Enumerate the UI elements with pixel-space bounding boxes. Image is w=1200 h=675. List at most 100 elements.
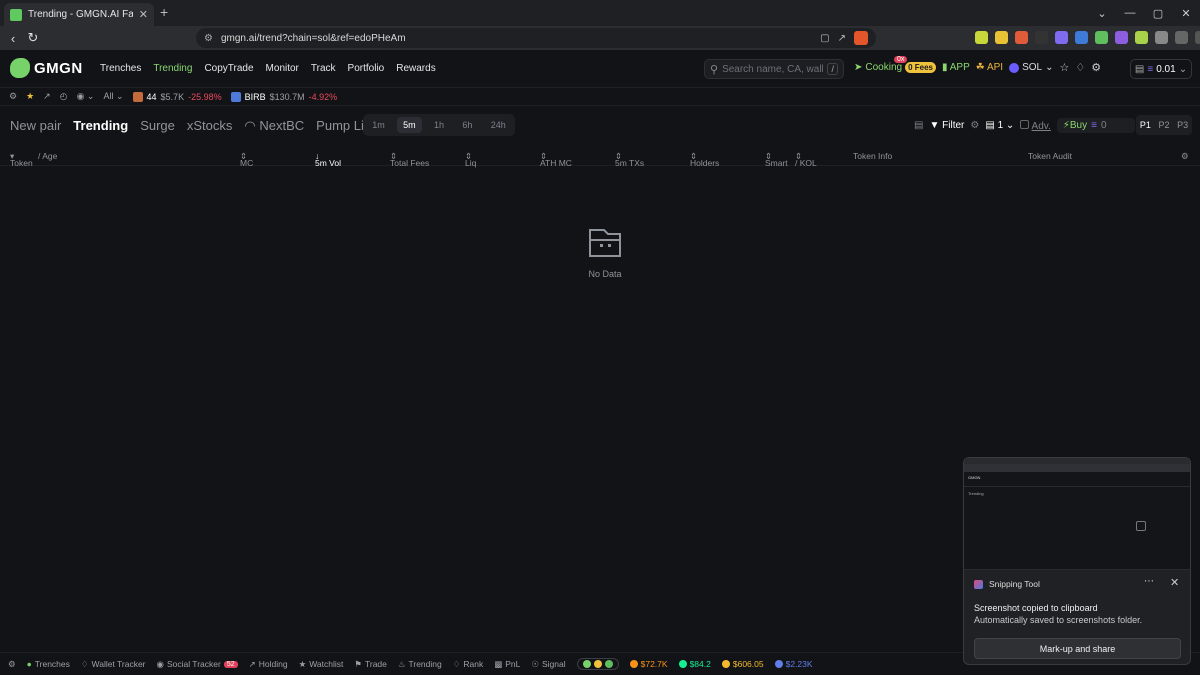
col-ath-mc[interactable]: ATH MC ⇕ <box>540 151 572 168</box>
footer-wallet-tracker[interactable]: ♢ Wallet Tracker <box>81 659 146 670</box>
col-holders[interactable]: Holders ⇕ <box>690 151 719 168</box>
col-token[interactable]: Token ▾ <box>10 151 33 168</box>
chain-selector[interactable]: SOL ⌄ <box>1009 62 1053 73</box>
timeframe-1m[interactable]: 1m <box>366 117 391 133</box>
back-arrow-icon[interactable]: ‹ <box>4 29 22 47</box>
gear-icon[interactable]: ⚙ <box>8 659 16 670</box>
nav-trending[interactable]: Trending <box>153 63 192 74</box>
sidebar-icon[interactable] <box>1195 31 1200 44</box>
col-liq[interactable]: Liq ⇕ <box>465 151 476 168</box>
app-button[interactable]: ▮ APP <box>942 62 970 73</box>
timeframe-5m[interactable]: 5m <box>397 117 422 133</box>
ticker-item[interactable]: 44 $5.7K -25.98% <box>132 91 222 102</box>
col-smart[interactable]: Smart ⇕ <box>765 151 788 168</box>
extension-icon[interactable] <box>1095 31 1108 44</box>
maximize-button[interactable]: ▢ <box>1144 0 1172 26</box>
footer-pnl[interactable]: ▩ PnL <box>494 659 520 670</box>
adv-checkbox[interactable] <box>1020 119 1030 129</box>
gear-icon[interactable]: ⚙ <box>9 91 17 102</box>
extension-icon[interactable] <box>1035 31 1048 44</box>
history-icon[interactable]: ◴ <box>60 91 68 102</box>
footer-trenches[interactable]: ● Trenches <box>27 659 70 669</box>
footer-holding[interactable]: ↗ Holding <box>249 659 288 670</box>
site-info-icon[interactable]: ⚙ <box>204 33 213 44</box>
extension-icon[interactable] <box>995 31 1008 44</box>
gear-icon[interactable]: ⚙ <box>970 120 979 131</box>
search-input[interactable]: ⚲ Search name, CA, wallet / <box>704 59 844 79</box>
preset-p2[interactable]: P2 <box>1158 120 1169 130</box>
gear-icon[interactable]: ⚙ <box>1091 61 1101 74</box>
search-placeholder[interactable]: Search name, CA, wallet <box>722 64 823 75</box>
footer-watchlist[interactable]: ★ Watchlist <box>299 659 344 670</box>
share-icon[interactable]: ↗ <box>838 33 846 44</box>
tab-search-icon[interactable]: ⌄ <box>1088 0 1116 26</box>
close-icon[interactable]: ✕ <box>1170 576 1179 589</box>
screenshot-thumbnail[interactable]: GMGN Trending <box>964 458 1190 570</box>
new-tab-button[interactable]: + <box>160 4 168 20</box>
col-total-fees[interactable]: Total Fees ⇕ <box>390 151 429 168</box>
footer-signal[interactable]: ☉ Signal <box>531 659 565 670</box>
footer-social-tracker[interactable]: ◉ Social Tracker 52 <box>157 659 238 670</box>
url-text[interactable]: gmgn.ai/trend?chain=sol&ref=edoPHeAm <box>221 33 812 44</box>
chain-filter-dropdown[interactable]: ◉ ⌄ <box>77 91 95 102</box>
api-button[interactable]: ☘ API <box>976 62 1003 73</box>
cooking-button[interactable]: ➤ Cooking 0 Fees 0x <box>854 56 936 73</box>
nav-trenches[interactable]: Trenches <box>100 63 141 74</box>
tab-surge[interactable]: Surge <box>140 118 175 134</box>
timeframe-6h[interactable]: 6h <box>456 117 478 133</box>
close-window-button[interactable]: ✕ <box>1172 0 1200 26</box>
filter-button[interactable]: ▼ Filter <box>929 120 964 131</box>
tab-nextbc[interactable]: ◠ NextBC <box>244 118 304 134</box>
tab-xstocks[interactable]: xStocks <box>187 118 233 134</box>
puzzle-icon[interactable] <box>1175 31 1188 44</box>
extension-icon[interactable] <box>1115 31 1128 44</box>
footer-trending[interactable]: ♨ Trending <box>398 659 442 670</box>
extension-icon[interactable] <box>975 31 988 44</box>
reload-icon[interactable]: ↻ <box>24 29 42 47</box>
bookmark-icon[interactable]: ▤ <box>914 120 923 131</box>
extension-icon[interactable] <box>1075 31 1088 44</box>
buy-amount-input[interactable]: 0 <box>1101 120 1129 131</box>
preset-p1[interactable]: P1 <box>1140 120 1151 130</box>
minimize-button[interactable]: — <box>1116 0 1144 26</box>
adv-toggle[interactable]: Adv. <box>1020 119 1051 132</box>
footer-rank[interactable]: ♢ Rank <box>453 659 483 670</box>
brave-shields-icon[interactable] <box>854 31 868 45</box>
count-dropdown[interactable]: ▤ 1 ⌄ <box>985 120 1014 131</box>
star-icon[interactable]: ☆ <box>1059 61 1069 74</box>
more-options-icon[interactable]: ⋯ <box>1144 576 1154 587</box>
gmgn-logo[interactable]: GMGN <box>10 58 83 78</box>
quick-buy[interactable]: ⚡Buy ≡ 0 <box>1056 118 1135 133</box>
browser-tab[interactable]: Trending - GMGN.AI Fast Trade, F ✕ <box>4 3 154 26</box>
nav-copytrade[interactable]: CopyTrade <box>204 63 253 74</box>
chart-icon[interactable]: ↗ <box>43 91 51 102</box>
all-filter-dropdown[interactable]: All ⌄ <box>103 91 123 102</box>
extension-icon[interactable] <box>1155 31 1168 44</box>
extension-icon[interactable] <box>1055 31 1068 44</box>
timeframe-24h[interactable]: 24h <box>485 117 512 133</box>
nav-rewards[interactable]: Rewards <box>396 63 435 74</box>
platform-icons[interactable] <box>576 658 619 670</box>
extension-icon[interactable] <box>1135 31 1148 44</box>
nav-track[interactable]: Track <box>311 63 336 74</box>
address-bar[interactable]: ⚙ gmgn.ai/trend?chain=sol&ref=edoPHeAm ▢… <box>196 28 876 48</box>
preset-p3[interactable]: P3 <box>1177 120 1188 130</box>
col-5m-txs[interactable]: 5m TXs ⇕ <box>615 151 644 168</box>
tab-trending[interactable]: Trending <box>73 118 128 134</box>
extension-icon[interactable] <box>1015 31 1028 44</box>
column-settings-icon[interactable]: ⚙ <box>1181 151 1189 162</box>
col-kol[interactable]: / KOL ⇕ <box>795 151 817 168</box>
nav-monitor[interactable]: Monitor <box>266 63 299 74</box>
col-age[interactable]: / Age <box>38 151 57 161</box>
tab-new-pair[interactable]: New pair <box>10 118 61 134</box>
nav-portfolio[interactable]: Portfolio <box>348 63 385 74</box>
markup-share-button[interactable]: Mark-up and share <box>974 638 1181 659</box>
wallet-balance-button[interactable]: ▤ ≡ 0.01 ⌄ <box>1130 59 1192 79</box>
star-icon[interactable]: ★ <box>26 91 34 102</box>
ticker-item[interactable]: BIRB $130.7M -4.92% <box>230 91 337 102</box>
reader-mode-icon[interactable]: ▢ <box>820 33 829 44</box>
timeframe-1h[interactable]: 1h <box>428 117 450 133</box>
footer-trade[interactable]: ⚑ Trade <box>354 659 387 670</box>
bell-icon[interactable]: ♢ <box>1075 61 1085 74</box>
col-mc[interactable]: MC ⇕ <box>240 151 253 168</box>
